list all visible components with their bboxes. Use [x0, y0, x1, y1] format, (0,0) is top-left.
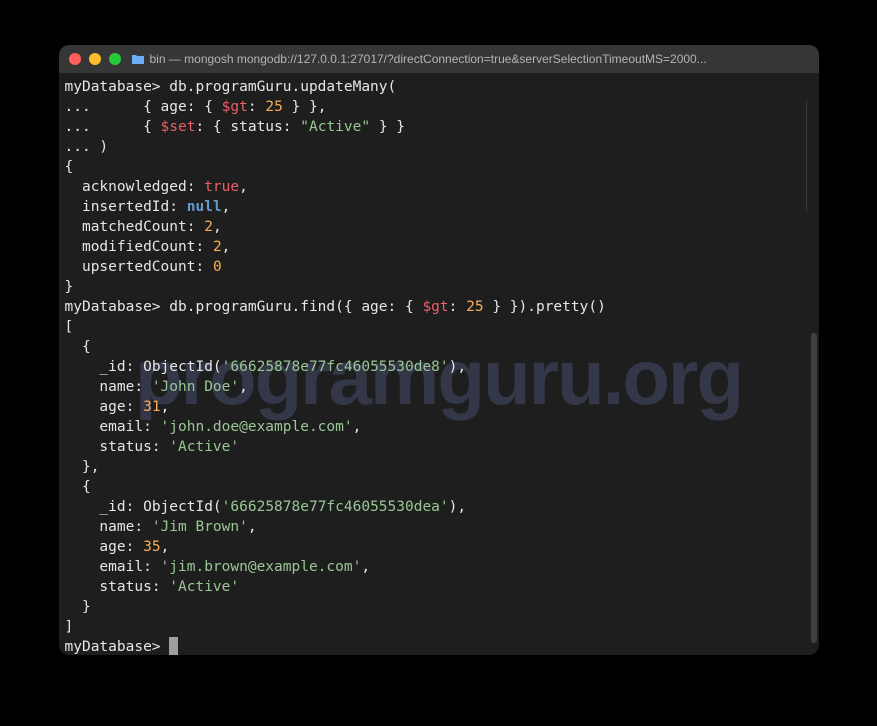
minimize-button[interactable]	[89, 53, 101, 65]
maximize-button[interactable]	[109, 53, 121, 65]
continuation: ... )	[65, 139, 109, 155]
field-key: status	[99, 579, 151, 595]
terminal-body[interactable]: programguru.org myDatabase> db.programGu…	[59, 73, 819, 655]
terminal-content: myDatabase> db.programGuru.updateMany( .…	[65, 77, 813, 655]
continuation: ...	[65, 99, 144, 115]
title-bar[interactable]: bin — mongosh mongodb://127.0.0.1:27017/…	[59, 45, 819, 73]
cmd-text: db.programGuru.find({	[169, 299, 361, 315]
field-key: email	[99, 419, 143, 435]
field-key: _id	[99, 499, 125, 515]
field-key: age	[99, 539, 125, 555]
continuation: ...	[65, 119, 144, 135]
result-key: insertedId	[82, 199, 169, 215]
field-key: email	[99, 559, 143, 575]
bracket: [	[65, 319, 74, 335]
result-key: modifiedCount	[82, 239, 196, 255]
field-key: status	[99, 439, 151, 455]
cursor	[169, 637, 178, 655]
field-key: _id	[99, 359, 125, 375]
close-button[interactable]	[69, 53, 81, 65]
result-key: acknowledged	[82, 179, 187, 195]
brace: }	[65, 279, 74, 295]
result-key: upsertedCount	[82, 259, 196, 275]
folder-icon	[131, 53, 145, 65]
prompt: myDatabase>	[65, 639, 161, 655]
field-key: name	[99, 519, 134, 535]
brace: {	[65, 159, 74, 175]
prompt: myDatabase>	[65, 79, 161, 95]
field-key: name	[99, 379, 134, 395]
field-key: age	[99, 399, 125, 415]
window-title: bin — mongosh mongodb://127.0.0.1:27017/…	[150, 52, 809, 66]
cmd-text: db.programGuru.updateMany(	[169, 79, 396, 95]
traffic-lights	[69, 53, 121, 65]
prompt: myDatabase>	[65, 299, 161, 315]
terminal-window: bin — mongosh mongodb://127.0.0.1:27017/…	[59, 45, 819, 655]
result-key: matchedCount	[82, 219, 187, 235]
bracket: ]	[65, 619, 74, 635]
